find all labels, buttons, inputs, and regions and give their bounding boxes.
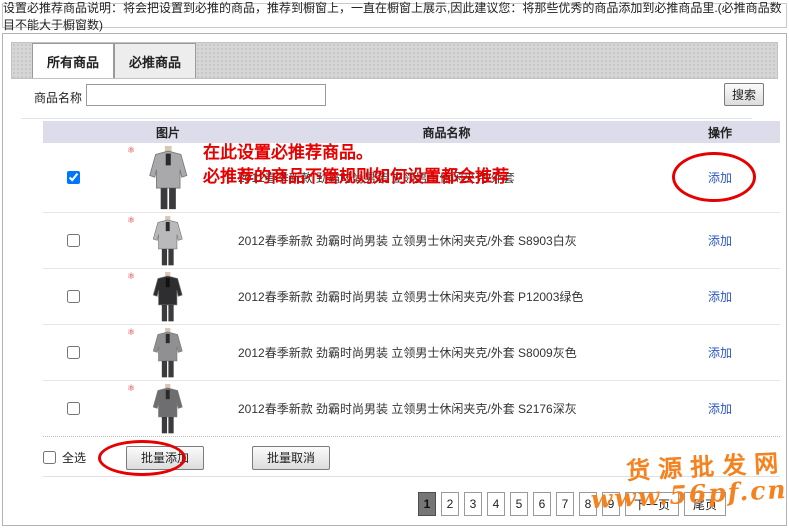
divider	[21, 118, 752, 119]
product-name: 2012春季新款 劲霸时尚男装 立领男士休闲夹克/外套 S2176深灰	[233, 400, 660, 417]
row-checkbox[interactable]	[67, 346, 80, 359]
header-action: 操作	[660, 124, 780, 141]
add-link[interactable]: 添加	[708, 169, 732, 186]
header-image: 图片	[103, 124, 233, 141]
product-image[interactable]: ⚛	[139, 328, 197, 378]
page-button-2[interactable]: 2	[441, 492, 459, 516]
brand-stamp-icon: ⚛	[127, 328, 135, 337]
search-button[interactable]: 搜索	[724, 83, 764, 106]
jacket-graphic	[148, 328, 187, 378]
product-image[interactable]: ⚛	[139, 216, 197, 266]
add-link[interactable]: 添加	[708, 344, 732, 361]
row-checkbox[interactable]	[67, 234, 80, 247]
product-name: 2012春季新款 劲霸时尚男装 立领男士休闲夹克/外套 P12003绿色	[233, 288, 660, 305]
next-page-button[interactable]: 下一页	[625, 492, 679, 516]
row-checkbox[interactable]	[67, 402, 80, 415]
page-button-8[interactable]: 8	[579, 492, 597, 516]
page-button-9[interactable]: 9	[602, 492, 620, 516]
page-button-4[interactable]: 4	[487, 492, 505, 516]
tab-all-products-label: 所有商品	[47, 52, 99, 71]
select-all-checkbox[interactable]	[43, 451, 56, 464]
red-annotation-text: 在此设置必推荐商品。 必推荐的商品不管规则如何设置都会推荐	[203, 141, 509, 189]
jacket-graphic	[148, 272, 187, 322]
pagination: 1 2 3 4 5 6 7 8 9 下一页 尾页	[418, 492, 726, 516]
add-link[interactable]: 添加	[708, 232, 732, 249]
product-image[interactable]: ⚛	[139, 272, 197, 322]
tab-strip: 所有商品 必推商品	[11, 42, 778, 79]
tab-all-products[interactable]: 所有商品	[32, 43, 114, 78]
brand-stamp-icon: ⚛	[127, 146, 135, 155]
page-button-5[interactable]: 5	[510, 492, 528, 516]
jacket-graphic	[148, 384, 187, 434]
jacket-graphic	[143, 146, 194, 210]
instruction-text: 设置必推荐商品说明：将会把设置到必推的商品，推荐到橱窗上，一直在橱窗上展示,因此…	[3, 0, 786, 33]
page-button-3[interactable]: 3	[464, 492, 482, 516]
page-button-1[interactable]: 1	[418, 492, 436, 516]
main-panel: 所有商品 必推商品 商品名称 搜索 图片 商品名称 操作	[2, 33, 787, 526]
table-row: ⚛ 2012春季新款 劲霸时尚男装 立领男士休闲夹克/外套 S8009灰色 添加	[43, 325, 780, 381]
brand-stamp-icon: ⚛	[127, 384, 135, 393]
batch-cancel-button[interactable]: 批量取消	[252, 446, 330, 470]
table-row: ⚛ 2012春季新款 劲霸时尚男装 立领男士休闲夹克/外套 S8903白灰 添加	[43, 213, 780, 269]
product-name: 2012春季新款 劲霸时尚男装 立领男士休闲夹克/外套 S8009灰色	[233, 344, 660, 361]
row-checkbox[interactable]	[67, 290, 80, 303]
tab-must-products[interactable]: 必推商品	[114, 43, 196, 78]
page-button-6[interactable]: 6	[533, 492, 551, 516]
table-row: ⚛ 2012春季新款 劲霸时尚男装 立领男士休闲夹克/外套 P12003绿色 添…	[43, 269, 780, 325]
batch-add-button[interactable]: 批量添加	[126, 446, 204, 470]
select-all-label: 全选	[62, 449, 86, 466]
add-link[interactable]: 添加	[708, 400, 732, 417]
page: 设置必推荐商品说明：将会把设置到必推的商品，推荐到橱窗上，一直在橱窗上展示,因此…	[0, 0, 789, 529]
brand-stamp-icon: ⚛	[127, 272, 135, 281]
product-image[interactable]: ⚛	[139, 146, 197, 210]
batch-actions-row: 全选 批量添加 批量取消	[43, 439, 780, 477]
table-row: ⚛ 2012春季新款 劲霸时尚男装 立领男士休闲夹克/外套 S2176深灰 添加	[43, 381, 780, 437]
red-annotation-line2: 必推荐的商品不管规则如何设置都会推荐	[203, 165, 509, 189]
product-name-label: 商品名称	[34, 89, 82, 106]
last-page-button[interactable]: 尾页	[684, 492, 726, 516]
table-header: 图片 商品名称 操作	[43, 121, 780, 143]
product-name: 2012春季新款 劲霸时尚男装 立领男士休闲夹克/外套 S8903白灰	[233, 232, 660, 249]
brand-stamp-icon: ⚛	[127, 216, 135, 225]
row-checkbox[interactable]	[67, 171, 80, 184]
page-button-7[interactable]: 7	[556, 492, 574, 516]
jacket-graphic	[148, 216, 187, 266]
tab-must-products-label: 必推商品	[129, 52, 181, 71]
header-name: 商品名称	[233, 124, 660, 141]
product-image[interactable]: ⚛	[139, 384, 197, 434]
instruction-bar: 设置必推荐商品说明：将会把设置到必推的商品，推荐到橱窗上，一直在橱窗上展示,因此…	[2, 3, 787, 28]
product-name-input[interactable]	[86, 84, 326, 106]
add-link[interactable]: 添加	[708, 288, 732, 305]
red-annotation-line1: 在此设置必推荐商品。	[203, 141, 509, 165]
